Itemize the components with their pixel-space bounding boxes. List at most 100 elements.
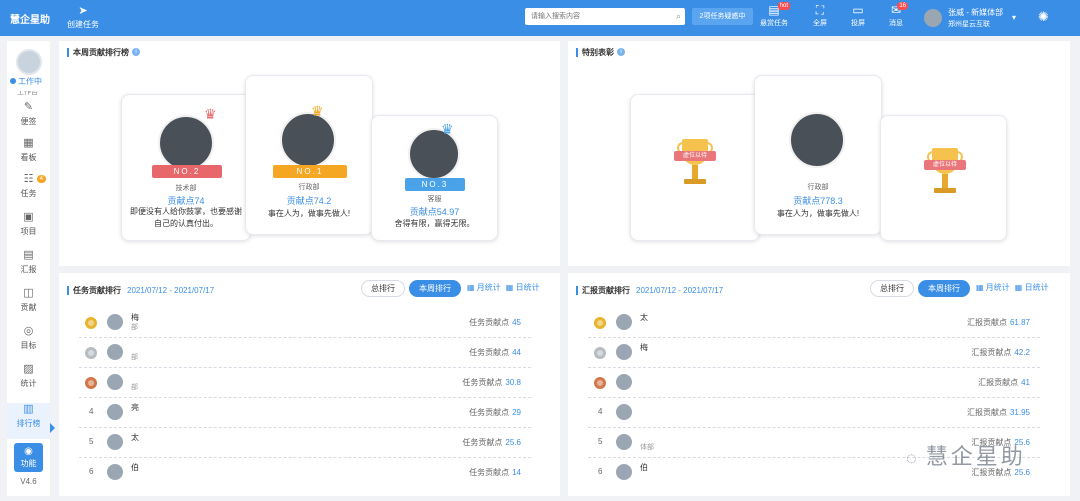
- avatar: [107, 374, 123, 390]
- sidebar-item-notes[interactable]: ✎ 便签: [7, 101, 50, 137]
- avatar: [616, 404, 632, 420]
- row-value: 任务贡献点 29: [469, 407, 521, 418]
- value-label: 任务贡献点: [469, 408, 510, 417]
- rank-ribbon: NO.3: [405, 178, 465, 191]
- special-card-center[interactable]: 行政部 贡献点778.3 事在人为，做事先做人!: [754, 75, 882, 235]
- task-rank-title: 任务贡献排行: [73, 286, 121, 295]
- sidebar-item-workbench-cut[interactable]: 工作台: [17, 91, 38, 97]
- bronze-medal-icon: [594, 377, 606, 389]
- department: 技术部: [175, 185, 197, 192]
- tab-daily[interactable]: ▦ 日统计: [503, 280, 542, 297]
- row-value: 任务贡献点 30.8: [462, 377, 521, 388]
- search-icon[interactable]: ⌕: [676, 11, 681, 22]
- sidebar-item-statistics[interactable]: ▨ 统计: [7, 363, 50, 399]
- sidebar-item-contribution[interactable]: ◫ 贡献: [7, 287, 50, 323]
- calendar-icon: ▦: [505, 283, 514, 292]
- tab-weekly[interactable]: 本周排行: [409, 280, 461, 297]
- tab-daily[interactable]: ▦ 日统计: [1012, 280, 1051, 297]
- table-row[interactable]: 部 任务贡献点 30.8: [79, 368, 531, 398]
- weekly-top-panel: 本周贡献排行榜 i ♛ NO.2 技术部 贡献点74 即便没有人给你鼓掌，也要感谢…: [59, 41, 560, 266]
- info-icon[interactable]: i: [132, 48, 140, 56]
- sidebar-active-indicator: [50, 423, 55, 433]
- fullscreen-icon: ⛶: [815, 3, 825, 17]
- stats-icon: ▨: [23, 363, 34, 375]
- fullscreen-button[interactable]: ⛶ 全屏: [802, 4, 838, 28]
- pending-tasks-button[interactable]: 2项任务疑惑中: [692, 8, 753, 25]
- sidebar-item-board[interactable]: ▦ 看板: [7, 137, 50, 173]
- member-dept: 体部: [640, 444, 654, 451]
- function-button[interactable]: ◉ 功能: [14, 443, 43, 472]
- table-row[interactable]: 梅 汇报贡献点 42.2: [588, 338, 1040, 368]
- function-label: 功能: [20, 459, 37, 468]
- table-row[interactable]: 5 太 任务贡献点 25.6: [79, 428, 531, 458]
- podium-card-3[interactable]: ♛ NO.3 客服 贡献点54.97 舍得有限，赢得无限。: [371, 115, 498, 241]
- avatar: [789, 112, 845, 168]
- member-name: 伯: [640, 463, 648, 472]
- podium-card-2[interactable]: ♛ NO.2 技术部 贡献点74 即便没有人给你鼓掌，也要感谢自己的认真付出。: [121, 94, 251, 241]
- sidebar-item-tasks[interactable]: ☷ 4 任务: [7, 173, 50, 209]
- rank-number: 4: [598, 407, 603, 416]
- value-number: 14: [512, 468, 521, 477]
- member-dept: 部: [131, 324, 138, 331]
- chevron-down-icon: ▾: [1012, 13, 1017, 22]
- value-label: 汇报贡献点: [978, 378, 1019, 387]
- report-rank-title: 汇报贡献排行: [582, 286, 630, 295]
- info-icon[interactable]: i: [617, 48, 625, 56]
- bounty-task-label: 悬赏任务: [760, 20, 788, 27]
- user-menu[interactable]: 张威 - 新媒体部 郑州星云互联 ▾: [924, 5, 1024, 31]
- contribution-score: 贡献点74.2: [286, 196, 332, 206]
- sidebar-avatar[interactable]: [16, 49, 42, 75]
- sidebar-item-label: 项目: [20, 227, 37, 236]
- avatar: [107, 344, 123, 360]
- user-name: 张威 - 新媒体部: [948, 8, 1004, 17]
- watermark-text: 慧企星助: [925, 444, 1026, 469]
- silver-medal-icon: [594, 347, 606, 359]
- sidebar-item-leaderboard[interactable]: ▥ 排行榜: [7, 403, 50, 439]
- calendar-icon: ▦: [467, 283, 475, 292]
- value-label: 汇报贡献点: [966, 408, 1007, 417]
- rank-number: 4: [89, 407, 94, 416]
- bounty-task-button[interactable]: ▤ hot 悬赏任务: [756, 2, 792, 28]
- value-number: 29: [512, 408, 521, 417]
- message-button[interactable]: ✉ 16 消息: [878, 2, 914, 28]
- tab-monthly[interactable]: ▦ 月统计: [465, 280, 503, 297]
- tab-total[interactable]: 总排行: [870, 280, 914, 297]
- table-row[interactable]: 梅 部 任务贡献点 45: [79, 308, 531, 338]
- lightbulb-icon[interactable]: ✺: [1038, 9, 1049, 25]
- hot-badge: hot: [777, 2, 790, 10]
- create-task-button[interactable]: ➤ 创建任务: [66, 5, 100, 30]
- panel-title: 特别表彰 i: [576, 48, 625, 57]
- table-row[interactable]: 汇报贡献点 41: [588, 368, 1040, 398]
- project-icon: ▣: [23, 211, 34, 223]
- task-rank-panel: 任务贡献排行 2021/07/12 - 2021/07/17 总排行 本周排行 ▦ 月…: [59, 273, 560, 496]
- work-status[interactable]: 工作中: [10, 76, 42, 87]
- screen-cast-icon: ▭: [852, 3, 864, 17]
- crown-icon: ♛: [204, 106, 217, 122]
- screen-cast-button[interactable]: ▭ 投屏: [840, 4, 876, 28]
- member-dept: 部: [131, 384, 138, 391]
- note-icon: ✎: [23, 101, 34, 113]
- bronze-medal-icon: [85, 377, 97, 389]
- search-input[interactable]: [525, 8, 655, 25]
- table-row[interactable]: 部 任务贡献点 44: [79, 338, 531, 368]
- sidebar-item-reports[interactable]: ▤ 汇报: [7, 249, 50, 285]
- tab-weekly[interactable]: 本周排行: [918, 280, 970, 297]
- top-bar: 慧企星助 ➤ 创建任务 ⌕ 2项任务疑惑中 ▤ hot 悬赏任务 ⛶ 全屏 ▭ …: [0, 0, 1080, 36]
- sidebar-item-goals[interactable]: ◎ 目标: [7, 325, 50, 361]
- contribution-score: 贡献点54.97: [409, 207, 460, 217]
- rank-ribbon: NO.2: [152, 165, 222, 178]
- avatar: [107, 404, 123, 420]
- table-row[interactable]: 6 伯 任务贡献点 14: [79, 458, 531, 488]
- tab-monthly[interactable]: ▦ 月统计: [974, 280, 1012, 297]
- table-row[interactable]: 太 汇报贡献点 61.87: [588, 308, 1040, 338]
- table-row[interactable]: 4 亮 任务贡献点 29: [79, 398, 531, 428]
- rank-number: 5: [89, 437, 94, 446]
- rank-ribbon: NO.1: [273, 165, 347, 178]
- report-icon: ▤: [23, 249, 34, 261]
- rank-number: 5: [598, 437, 603, 446]
- podium-card-1[interactable]: ♛ NO.1 行政部 贡献点74.2 事在人为，做事先做人!: [245, 75, 373, 235]
- sidebar-item-projects[interactable]: ▣ 项目: [7, 211, 50, 247]
- tab-total[interactable]: 总排行: [361, 280, 405, 297]
- tab-monthly-label: 月统计: [476, 283, 501, 292]
- table-row[interactable]: 4 汇报贡献点 31.95: [588, 398, 1040, 428]
